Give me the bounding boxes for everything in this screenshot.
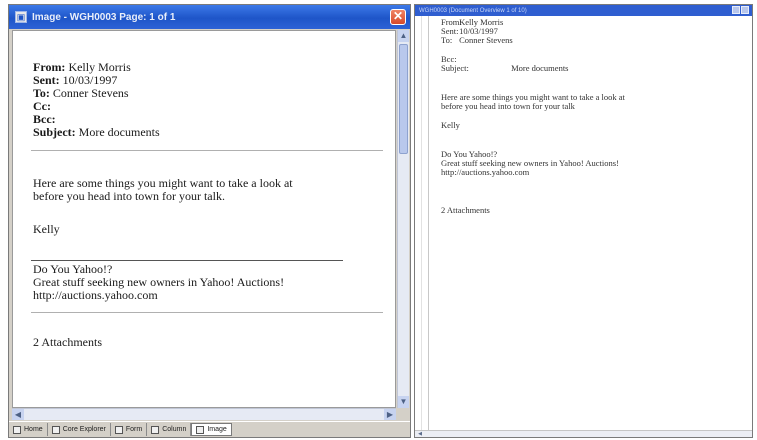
tab-form[interactable]: Form [111,423,148,436]
overview-ad-line-3: http://auctions.yahoo.com [441,167,530,177]
overview-gutter [416,16,429,430]
overview-subject-row: Subject: More documents [441,64,569,73]
home-icon [13,425,21,434]
column-icon [151,425,160,434]
overview-scroll-left-icon[interactable]: ◀ [416,431,424,437]
scroll-up-icon[interactable]: ▲ [398,30,409,42]
tab-form-label: Form [125,426,143,433]
image-viewer-title-bar[interactable]: ▣ Image - WGH0003 Page: 1 of 1 ✕ [9,5,410,29]
explorer-icon [51,425,60,434]
email-bcc-label: Bcc: [33,112,56,126]
overview-body-line-2: before you head into town for your talk [441,101,575,111]
image-viewer-window: ▣ Image - WGH0003 Page: 1 of 1 ✕ From: K… [8,4,411,438]
email-body-line-2: before you head into town for your talk. [33,189,225,203]
ad-line-3: http://auctions.yahoo.com [33,288,158,302]
close-button[interactable]: ✕ [390,9,406,25]
attachments-label: 2 Attachments [33,335,102,349]
email-cc-label: Cc: [33,99,51,113]
overview-signature: Kelly [441,120,460,130]
email-subject-row: Subject: More documents [33,126,160,139]
view-tab-strip: Home Core Explorer Form Column Image [9,421,410,437]
gutter-line [421,16,422,430]
window-controls [732,6,749,14]
email-signature: Kelly [33,222,60,236]
tab-core-explorer-label: Core Explorer [62,426,106,433]
overview-horizontal-scrollbar[interactable]: ◀ [415,430,752,437]
overview-to-label: To: [441,35,453,45]
overview-to-value: Conner Stevens [459,35,513,45]
close-window-icon[interactable] [741,6,749,14]
image-icon [196,425,205,434]
vertical-scroll-thumb[interactable] [399,44,408,154]
document-overview-text: From: Kelly Morris Sent: 10/03/1997 To: … [431,16,749,428]
email-to-value: Conner Stevens [52,86,129,100]
document-overview-title-bar[interactable]: WGH0003 (Document Overview 1 of 10) [415,5,752,16]
email-to-label: To: [33,86,50,100]
email-sent-value: 10/03/1997 [62,73,118,87]
window-app-icon: ▣ [15,11,27,23]
email-sent-label: Sent: [33,73,60,87]
vertical-scrollbar[interactable]: ▲ ▼ [397,30,409,408]
overview-subject-label: Subject: [441,63,469,73]
header-divider [31,150,383,151]
scroll-right-icon[interactable]: ▶ [384,409,396,420]
document-overview-title: WGH0003 (Document Overview 1 of 10) [419,7,527,14]
ad-divider [31,312,383,313]
overview-subject-value: More documents [511,63,569,73]
horizontal-scrollbar[interactable]: ◀ ▶ [12,408,396,420]
email-subject-value: More documents [78,125,160,139]
tab-column[interactable]: Column [147,423,192,436]
scroll-down-icon[interactable]: ▼ [398,396,409,408]
overview-attachments: 2 Attachments [441,205,490,215]
overview-to-row: To: Conner Stevens [441,36,513,45]
tab-column-label: Column [162,426,187,433]
email-document-image: From: Kelly Morris Sent: 10/03/1997 To: … [12,30,396,408]
email-from-label: From: [33,60,66,74]
document-overview-window: WGH0003 (Document Overview 1 of 10) From… [414,4,753,438]
restore-icon[interactable] [732,6,740,14]
tab-image-label: Image [207,426,227,433]
tab-home-label: Home [24,426,43,433]
signature-divider [31,260,343,261]
close-icon: ✕ [392,9,404,23]
tab-core-explorer[interactable]: Core Explorer [48,423,111,436]
image-viewer-title: Image - WGH0003 Page: 1 of 1 [32,11,176,23]
email-subject-label: Subject: [33,125,76,139]
email-from-value: Kelly Morris [68,60,131,74]
tab-image[interactable]: Image [191,423,232,436]
tab-home[interactable]: Home [9,423,48,436]
scroll-left-icon[interactable]: ◀ [12,409,24,420]
form-icon [114,425,123,434]
